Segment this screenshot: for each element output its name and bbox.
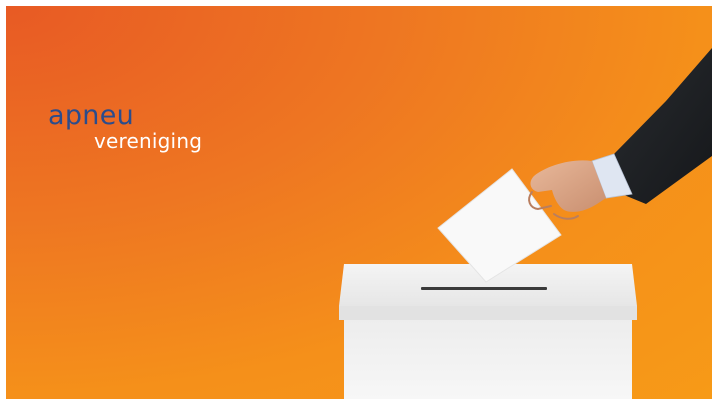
ballot-box-slot xyxy=(421,287,547,290)
hero-image: apneu vereniging xyxy=(6,6,712,399)
ballot-box xyxy=(339,264,637,399)
voting-illustration xyxy=(339,48,712,399)
ballot-box-front xyxy=(344,320,632,399)
ballot-box-lid-edge xyxy=(339,306,637,320)
